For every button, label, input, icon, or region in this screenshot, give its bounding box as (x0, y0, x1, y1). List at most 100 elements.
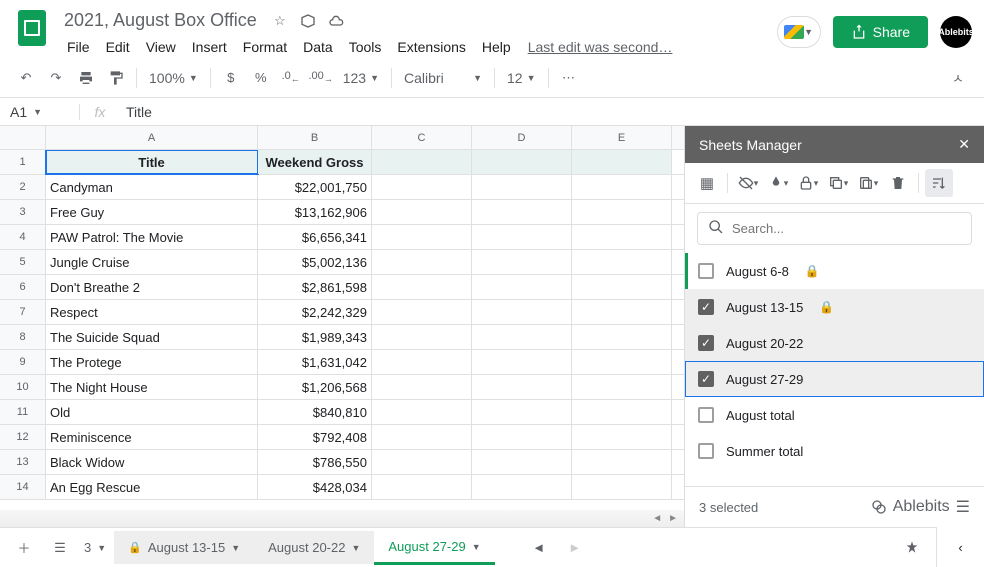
cell[interactable] (572, 225, 672, 249)
cell[interactable]: $1,206,568 (258, 375, 372, 399)
cell[interactable] (472, 200, 572, 224)
row-header[interactable]: 3 (0, 200, 46, 224)
cell[interactable] (372, 400, 472, 424)
row-header[interactable]: 9 (0, 350, 46, 374)
spreadsheet-grid[interactable]: A B C D E 1TitleWeekend Gross2Candyman$2… (0, 126, 684, 527)
menu-data[interactable]: Data (296, 35, 340, 59)
document-title[interactable]: 2021, August Box Office (60, 8, 261, 33)
sheet-list-item[interactable]: ✓August 20-22 (685, 325, 984, 361)
cell[interactable]: PAW Patrol: The Movie (46, 225, 258, 249)
menu-file[interactable]: File (60, 35, 97, 59)
lock-button[interactable]: ▾ (794, 169, 822, 197)
cell[interactable]: $5,002,136 (258, 250, 372, 274)
side-panel-toggle[interactable]: ‹ (936, 527, 984, 567)
cell[interactable]: $1,989,343 (258, 325, 372, 349)
cell[interactable]: An Egg Rescue (46, 475, 258, 499)
cell[interactable]: The Night House (46, 375, 258, 399)
cell[interactable] (572, 250, 672, 274)
cell[interactable] (372, 325, 472, 349)
cell[interactable] (372, 275, 472, 299)
name-box[interactable]: A1▼ (0, 104, 80, 120)
visibility-button[interactable]: ▾ (734, 169, 762, 197)
checkbox[interactable]: ✓ (698, 371, 714, 387)
cell[interactable]: Black Widow (46, 450, 258, 474)
cell[interactable] (572, 275, 672, 299)
search-input[interactable] (732, 221, 961, 236)
cell[interactable] (572, 425, 672, 449)
add-sheet-button[interactable]: ＋ (8, 532, 40, 564)
cell[interactable]: Candyman (46, 175, 258, 199)
cell[interactable]: $6,656,341 (258, 225, 372, 249)
cell[interactable] (472, 225, 572, 249)
last-edit-link[interactable]: Last edit was second… (528, 39, 673, 55)
cell[interactable]: Jungle Cruise (46, 250, 258, 274)
cell[interactable] (472, 175, 572, 199)
cloud-status-icon[interactable] (327, 12, 345, 30)
sheet-tab[interactable]: 🔒August 13-15▼ (114, 531, 254, 564)
menu-view[interactable]: View (139, 35, 183, 59)
cell[interactable] (472, 300, 572, 324)
search-box[interactable] (697, 212, 972, 245)
print-button[interactable] (72, 64, 100, 92)
explore-button[interactable] (896, 532, 928, 564)
cell[interactable]: The Protege (46, 350, 258, 374)
cell[interactable] (572, 300, 672, 324)
chevron-down-icon[interactable]: ▼ (351, 543, 360, 553)
font-selector[interactable]: Calibri ▼ (398, 70, 488, 86)
formula-input[interactable]: Title (120, 104, 984, 120)
menu-tools[interactable]: Tools (342, 35, 389, 59)
col-header-a[interactable]: A (46, 126, 258, 149)
cell[interactable] (572, 350, 672, 374)
cell[interactable] (572, 175, 672, 199)
cell[interactable]: $22,001,750 (258, 175, 372, 199)
row-header[interactable]: 12 (0, 425, 46, 449)
cell[interactable] (572, 325, 672, 349)
undo-button[interactable]: ↶ (12, 64, 40, 92)
select-all-button[interactable]: ▦ (693, 169, 721, 197)
decrease-decimal-button[interactable]: .0← (277, 64, 305, 92)
collapse-toolbar-button[interactable]: ㅅ (944, 64, 972, 92)
row-header[interactable]: 13 (0, 450, 46, 474)
redo-button[interactable]: ↷ (42, 64, 70, 92)
sheet-list-item[interactable]: ✓August 13-15🔒 (685, 289, 984, 325)
menu-format[interactable]: Format (236, 35, 294, 59)
font-size-selector[interactable]: 12 ▼ (501, 70, 542, 86)
share-button[interactable]: Share (833, 16, 928, 48)
cell[interactable] (372, 175, 472, 199)
row-header[interactable]: 5 (0, 250, 46, 274)
row-header[interactable]: 4 (0, 225, 46, 249)
checkbox[interactable] (698, 407, 714, 423)
col-header-b[interactable]: B (258, 126, 372, 149)
cell[interactable] (372, 250, 472, 274)
select-all-corner[interactable] (0, 126, 46, 149)
sheet-tab[interactable]: August 20-22▼ (254, 531, 374, 564)
chevron-down-icon[interactable]: ▼ (472, 542, 481, 552)
number-format-selector[interactable]: 123 ▼ (337, 70, 385, 86)
increase-decimal-button[interactable]: .00→ (307, 64, 335, 92)
cell[interactable] (472, 475, 572, 499)
cell[interactable] (372, 450, 472, 474)
cell[interactable]: Respect (46, 300, 258, 324)
cell[interactable] (472, 425, 572, 449)
tab-partial[interactable]: 3 ▼ (80, 532, 110, 563)
all-sheets-button[interactable]: ☰ (44, 532, 76, 564)
zoom-selector[interactable]: 100% ▼ (143, 70, 204, 86)
close-icon[interactable]: ✕ (958, 136, 970, 153)
cell[interactable] (372, 300, 472, 324)
cell[interactable]: $2,242,329 (258, 300, 372, 324)
horizontal-scrollbar[interactable]: ◄► (0, 510, 684, 527)
color-button[interactable]: ▾ (764, 169, 792, 197)
row-header[interactable]: 1 (0, 150, 46, 174)
cell[interactable] (472, 350, 572, 374)
cell[interactable] (372, 375, 472, 399)
sheet-list-item[interactable]: Summer total (685, 433, 984, 469)
ablebits-brand[interactable]: Ablebits ☰ (871, 497, 970, 517)
sort-button[interactable] (925, 169, 953, 197)
menu-edit[interactable]: Edit (99, 35, 137, 59)
move-button[interactable]: ▾ (854, 169, 882, 197)
sheet-list-item[interactable]: August 6-8🔒 (685, 253, 984, 289)
col-header-e[interactable]: E (572, 126, 672, 149)
cell[interactable]: $13,162,906 (258, 200, 372, 224)
col-header-d[interactable]: D (472, 126, 572, 149)
move-icon[interactable] (299, 12, 317, 30)
